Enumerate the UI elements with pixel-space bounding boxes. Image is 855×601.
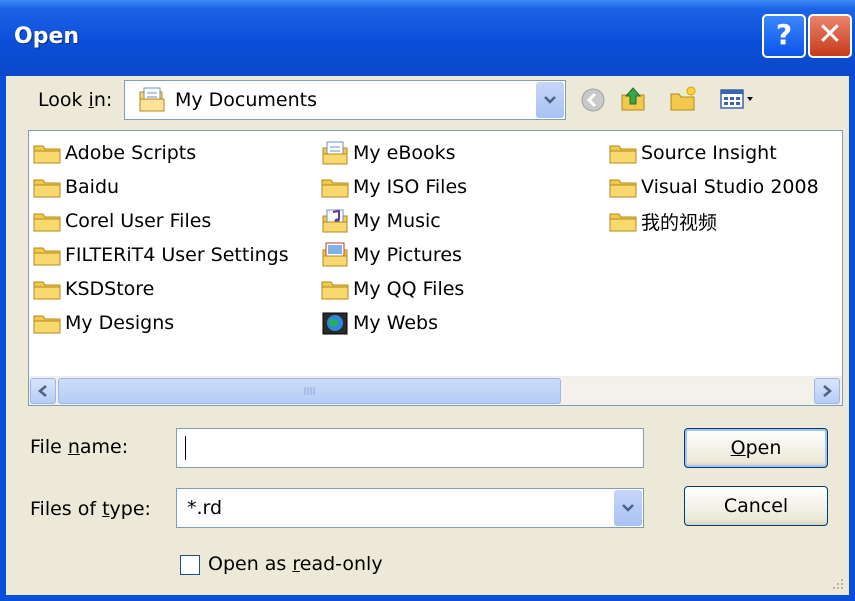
up-one-level-button[interactable]: [618, 84, 648, 114]
folder-icon: [31, 208, 63, 234]
new-folder-icon: [670, 86, 696, 111]
list-item[interactable]: Visual Studio 2008: [607, 172, 819, 202]
list-item[interactable]: FILTERiT4 User Settings: [31, 240, 289, 270]
look-in-combobox[interactable]: My Documents: [124, 80, 566, 120]
list-item[interactable]: My Designs: [31, 308, 174, 338]
webs-folder-icon: [319, 310, 351, 336]
close-button[interactable]: ✕: [808, 14, 852, 58]
horizontal-scrollbar[interactable]: [29, 376, 842, 405]
look-in-dropdown-button[interactable]: [536, 82, 564, 118]
folder-icon: [319, 276, 351, 302]
look-in-value: My Documents: [175, 89, 318, 111]
window-title: Open: [14, 24, 80, 49]
read-only-label[interactable]: Open as read-only: [208, 553, 383, 575]
up-folder-icon: [621, 87, 645, 111]
folder-icon: [607, 208, 639, 234]
title-bar[interactable]: Open ? ✕: [0, 0, 855, 76]
chevron-left-icon: [38, 385, 47, 397]
files-of-type-value: *.rd: [187, 497, 223, 519]
file-list-view[interactable]: Adobe Scripts Baidu Corel User Files FIL…: [28, 130, 843, 406]
look-in-label: Look in:: [38, 89, 113, 111]
dialog-body: Look in: My Documents Adobe Scripts Baid…: [6, 76, 849, 595]
list-item[interactable]: Adobe Scripts: [31, 138, 196, 168]
open-dialog-window: Open ? ✕ Look in: My Documents Adobe Scr…: [0, 0, 855, 601]
scroll-thumb[interactable]: [58, 378, 561, 404]
list-item[interactable]: My Music: [319, 206, 441, 236]
folder-icon: [319, 174, 351, 200]
file-name-input[interactable]: [176, 428, 644, 468]
list-item[interactable]: My Webs: [319, 308, 438, 338]
cancel-button[interactable]: Cancel: [684, 486, 828, 526]
files-of-type-combobox[interactable]: *.rd: [176, 488, 644, 528]
folder-icon: [31, 310, 63, 336]
folder-icon: [31, 140, 63, 166]
files-of-type-dropdown-button[interactable]: [614, 490, 642, 526]
views-menu-icon: [720, 89, 753, 109]
folder-icon: [607, 174, 639, 200]
list-item[interactable]: Baidu: [31, 172, 119, 202]
view-menu-button[interactable]: [716, 84, 758, 114]
folder-icon: [31, 242, 63, 268]
open-button[interactable]: Open: [684, 428, 828, 468]
close-icon: ✕: [817, 17, 843, 52]
help-icon: ?: [775, 18, 793, 51]
pictures-folder-icon: [319, 242, 351, 268]
list-item[interactable]: 我的视频: [607, 206, 717, 236]
list-item[interactable]: Corel User Files: [31, 206, 211, 236]
back-button[interactable]: [578, 85, 608, 115]
list-item[interactable]: My ISO Files: [319, 172, 467, 202]
chevron-down-icon: [622, 504, 634, 512]
ebooks-folder-icon: [319, 140, 351, 166]
resize-grip-icon[interactable]: [829, 575, 845, 591]
list-item[interactable]: My Pictures: [319, 240, 462, 270]
music-folder-icon: [319, 208, 351, 234]
folder-icon: [607, 140, 639, 166]
files-of-type-label: Files of type:: [30, 498, 151, 520]
chevron-down-icon: [544, 96, 556, 104]
scroll-right-button[interactable]: [814, 378, 840, 404]
file-name-label: File name:: [30, 436, 129, 458]
folder-icon: [31, 174, 63, 200]
scroll-left-button[interactable]: [30, 378, 56, 404]
help-button[interactable]: ?: [762, 14, 806, 58]
create-new-folder-button[interactable]: [668, 84, 698, 114]
back-arrow-icon: [581, 88, 605, 112]
my-documents-icon: [137, 86, 167, 114]
grip-icon: [304, 387, 315, 395]
text-cursor: [185, 436, 186, 460]
list-item[interactable]: My QQ Files: [319, 274, 464, 304]
list-item[interactable]: My eBooks: [319, 138, 456, 168]
list-item[interactable]: KSDStore: [31, 274, 154, 304]
chevron-right-icon: [823, 385, 832, 397]
list-item[interactable]: Source Insight: [607, 138, 777, 168]
folder-icon: [31, 276, 63, 302]
read-only-checkbox[interactable]: [180, 555, 200, 575]
